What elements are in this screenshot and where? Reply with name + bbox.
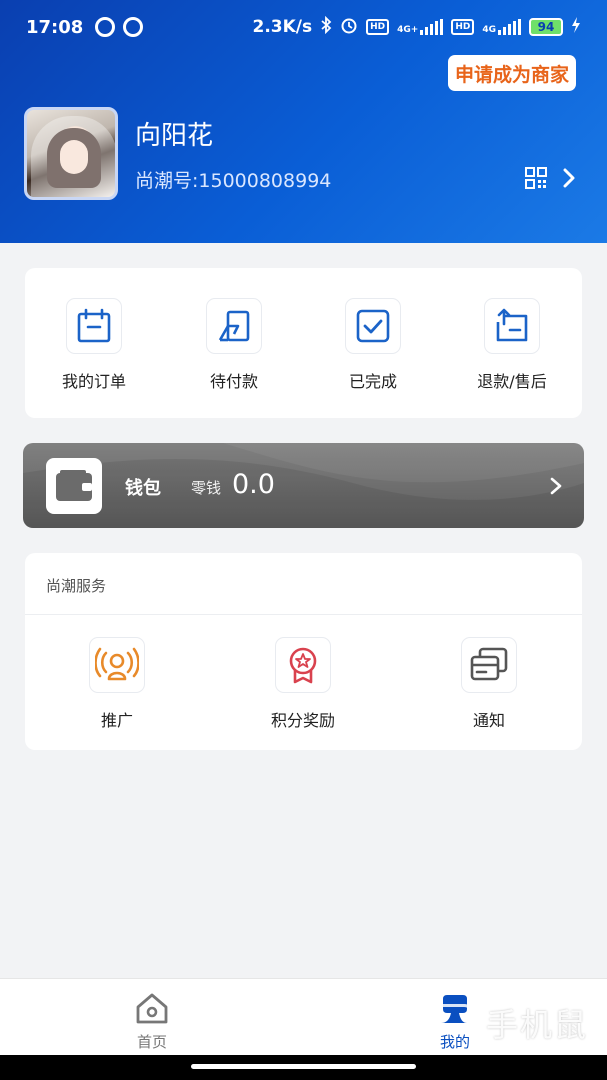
wallet-card[interactable]: 钱包 零钱 0.0 <box>23 443 584 528</box>
service-item-promotion[interactable]: 推广 <box>47 637 187 731</box>
nav-home[interactable]: 首页 <box>112 991 192 1052</box>
battery-icon: 94 <box>529 18 563 36</box>
watermark-text: 手机鼠 <box>486 1006 589 1044</box>
orders-card: 我的订单 待付款 已完成 退款/售后 <box>25 268 582 418</box>
watermark-logo: 手机鼠 SHOUJISHU.COM <box>428 996 598 1060</box>
hd-badge: HD <box>451 19 475 35</box>
card-payment-icon <box>206 298 262 354</box>
service-item-label: 积分奖励 <box>270 711 335 730</box>
order-item-my-orders[interactable]: 我的订单 <box>34 298 154 392</box>
user-id: 尚潮号:15000808994 <box>135 170 332 192</box>
order-item-label: 退款/售后 <box>477 372 547 391</box>
service-item-notification[interactable]: 通知 <box>419 637 559 731</box>
refund-icon <box>484 298 540 354</box>
network-speed: 2.3K/s <box>252 17 313 37</box>
order-item-label: 已完成 <box>348 372 397 391</box>
hd-badge: HD <box>366 19 390 35</box>
order-item-pending-payment[interactable]: 待付款 <box>174 298 294 392</box>
system-nav-bar <box>0 1055 607 1080</box>
username: 向阳花 <box>135 121 214 151</box>
bluetooth-icon <box>320 15 332 39</box>
network-type: 4G <box>482 25 496 35</box>
notification-app-icon <box>95 17 116 37</box>
award-badge-icon <box>275 637 331 693</box>
gesture-handle[interactable] <box>191 1064 416 1069</box>
order-item-completed[interactable]: 已完成 <box>313 298 433 392</box>
services-title: 尚潮服务 <box>46 577 107 595</box>
service-item-label: 通知 <box>472 711 505 730</box>
signal-icon: 4G <box>482 19 521 35</box>
avatar[interactable] <box>24 107 118 200</box>
wallet-change-label: 零钱 <box>191 479 222 497</box>
network-type: 4G+ <box>397 25 419 35</box>
signal-icon: 4G+ <box>397 19 444 35</box>
chevron-right-icon[interactable] <box>562 168 576 188</box>
nav-home-label: 首页 <box>136 1033 167 1051</box>
notification-app-icon <box>123 17 144 37</box>
status-bar: 17:08 2.3K/s HD 4G+ HD 4G 94 <box>0 0 607 54</box>
alarm-icon <box>340 16 358 39</box>
check-box-icon <box>345 298 401 354</box>
services-card: 尚潮服务 推广 积分奖励 通知 <box>25 553 582 750</box>
qr-code-icon[interactable] <box>525 167 547 189</box>
order-item-refund[interactable]: 退款/售后 <box>452 298 572 392</box>
service-item-label: 推广 <box>100 711 133 730</box>
status-right-group: 2.3K/s HD 4G+ HD 4G 94 <box>252 15 581 39</box>
service-item-points-reward[interactable]: 积分奖励 <box>233 637 373 731</box>
broadcast-icon <box>89 637 145 693</box>
wallet-title: 钱包 <box>125 478 161 499</box>
status-time: 17:08 <box>26 16 84 38</box>
profile-header: 17:08 2.3K/s HD 4G+ HD 4G 94 申请成为商家 向阳花 … <box>0 0 607 243</box>
notification-cards-icon <box>461 637 517 693</box>
calendar-icon <box>66 298 122 354</box>
divider <box>25 614 582 615</box>
watermark-url: SHOUJISHU.COM <box>488 1042 584 1053</box>
order-item-label: 我的订单 <box>61 372 126 391</box>
home-icon <box>136 993 168 1024</box>
charging-icon <box>571 16 581 38</box>
wallet-balance: 0.0 <box>232 469 275 500</box>
wallet-icon <box>46 458 102 514</box>
wallet-wave-decoration <box>23 443 584 528</box>
chevron-right-icon[interactable] <box>550 477 562 495</box>
order-item-label: 待付款 <box>209 372 258 391</box>
apply-merchant-button[interactable]: 申请成为商家 <box>447 55 576 91</box>
